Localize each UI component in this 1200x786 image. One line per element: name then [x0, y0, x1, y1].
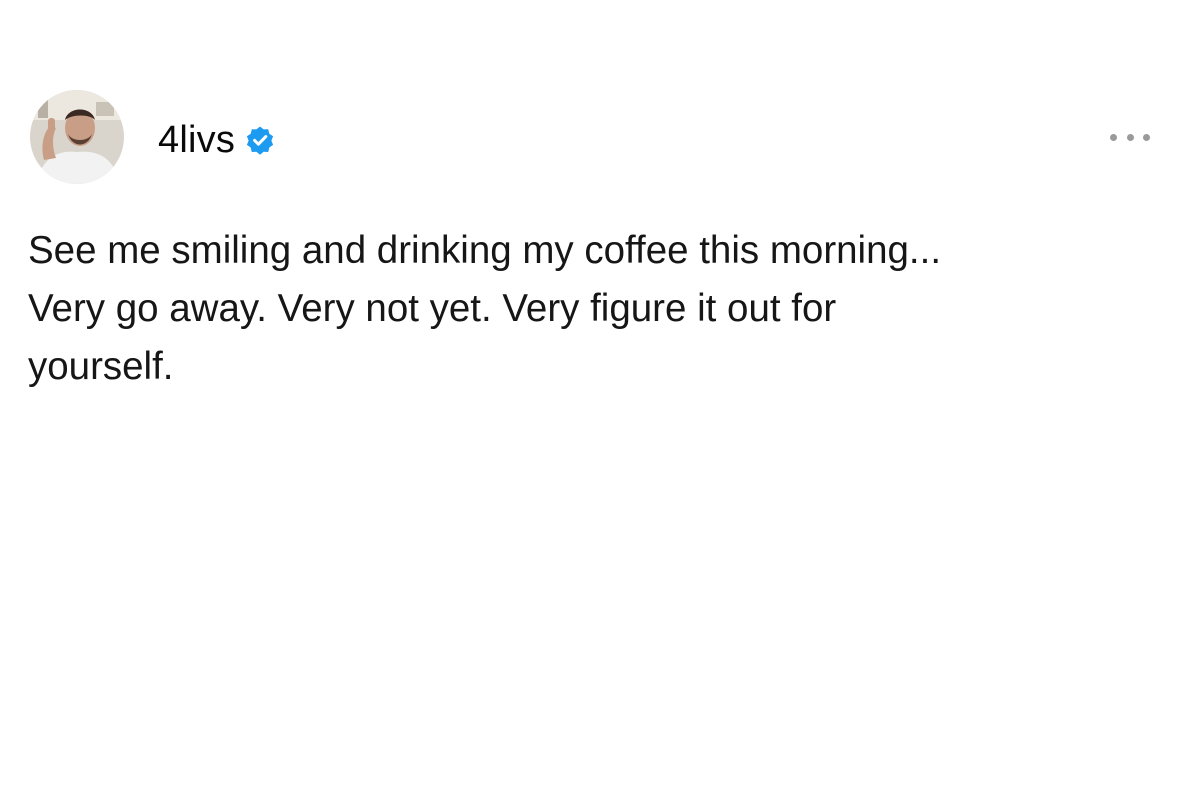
more-options-button[interactable]: [1110, 127, 1150, 147]
more-horizontal-icon: [1110, 133, 1117, 141]
avatar[interactable]: [30, 90, 124, 184]
more-horizontal-icon: [1143, 133, 1150, 141]
post-body-text: See me smiling and drinking my coffee th…: [28, 229, 942, 388]
post-card: 4livs See me smiling and drinking my cof…: [0, 0, 1200, 786]
username-row: 4livs: [158, 119, 275, 162]
avatar-photo: [30, 90, 124, 184]
username[interactable]: 4livs: [158, 119, 235, 162]
more-horizontal-icon: [1126, 133, 1134, 141]
verified-badge-icon: [246, 126, 274, 155]
post-header: 4livs: [30, 90, 275, 184]
